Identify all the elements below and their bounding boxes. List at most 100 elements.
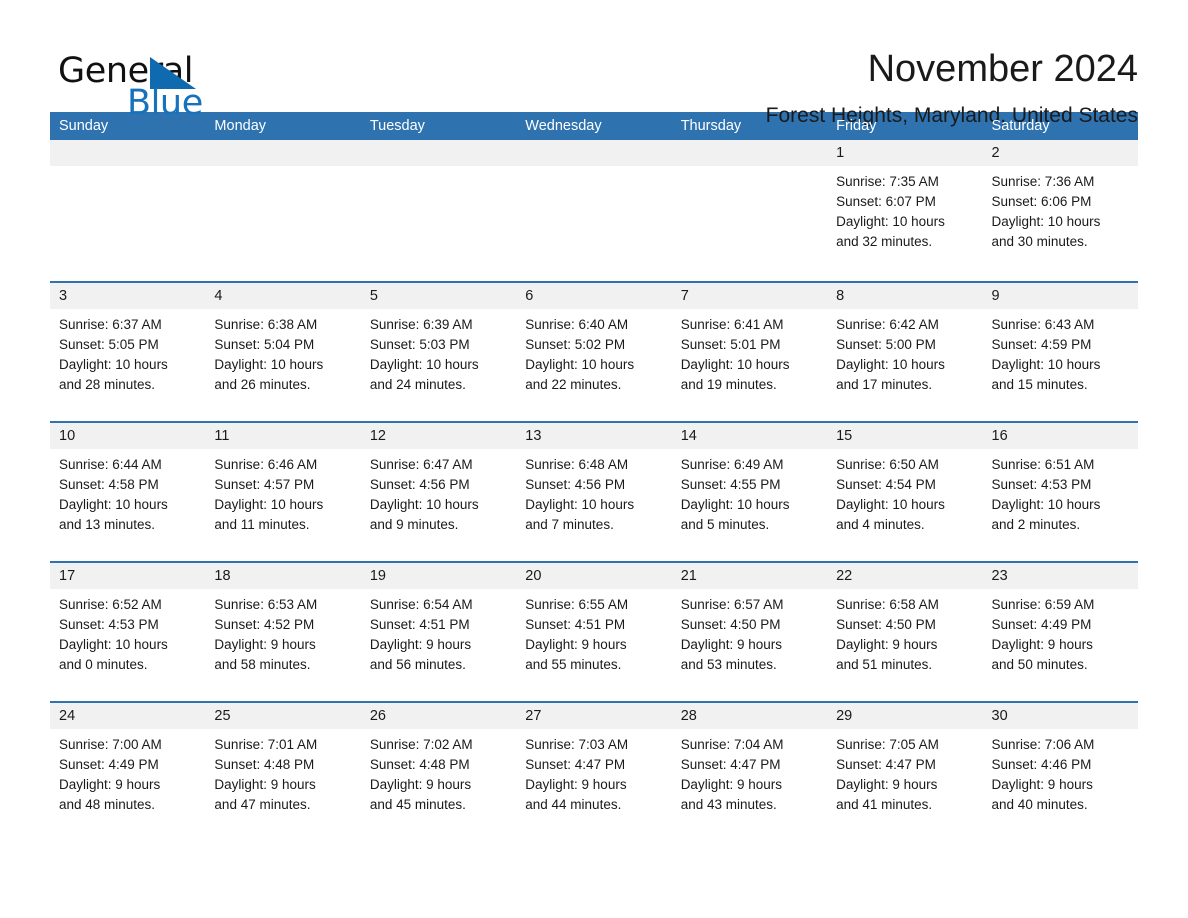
day-cell-21[interactable]: 21 Sunrise: 6:57 AM Sunset: 4:50 PM Dayligh… bbox=[671, 563, 828, 695]
day-sun-info: Sunrise: 7:03 AM Sunset: 4:47 PM Daylight:… bbox=[516, 729, 671, 815]
day-cell-2[interactable]: 2 Sunrise: 7:36 AM Sunset: 6:06 PM Daylight… bbox=[982, 140, 1138, 275]
day-info-line: Sunrise: 7:35 AM bbox=[836, 174, 939, 189]
day-info-line: Daylight: 10 hours bbox=[836, 357, 945, 372]
day-number: 5 bbox=[360, 283, 517, 309]
day-cell-10[interactable]: 10 Sunrise: 6:44 AM Sunset: 4:58 PM Dayligh… bbox=[50, 423, 206, 555]
day-cell-9[interactable]: 9 Sunrise: 6:43 AM Sunset: 4:59 PM Daylight… bbox=[982, 283, 1138, 415]
calendar-weeks: 1 Sunrise: 7:35 AM Sunset: 6:07 PM Daylight… bbox=[50, 140, 1138, 835]
day-info-line: Sunset: 6:07 PM bbox=[836, 194, 936, 209]
day-info-line: Daylight: 9 hours bbox=[991, 637, 1093, 652]
day-sun-info: Sunrise: 7:04 AM Sunset: 4:47 PM Daylight:… bbox=[672, 729, 827, 815]
day-cell-8[interactable]: 8 Sunrise: 6:42 AM Sunset: 5:00 PM Daylight… bbox=[827, 283, 983, 415]
day-cell-14[interactable]: 14 Sunrise: 6:49 AM Sunset: 4:55 PM Dayligh… bbox=[671, 423, 828, 555]
day-cell-20[interactable]: 20 Sunrise: 6:55 AM Sunset: 4:51 PM Dayligh… bbox=[516, 563, 672, 695]
day-cell-18[interactable]: 18 Sunrise: 6:53 AM Sunset: 4:52 PM Dayligh… bbox=[205, 563, 361, 695]
day-number bbox=[671, 140, 828, 166]
day-info-line: Sunrise: 6:46 AM bbox=[214, 457, 318, 472]
day-sun-info: Sunrise: 6:46 AM Sunset: 4:57 PM Daylight:… bbox=[205, 449, 360, 535]
day-cell-6[interactable]: 6 Sunrise: 6:40 AM Sunset: 5:02 PM Daylight… bbox=[516, 283, 672, 415]
day-info-line: Sunset: 4:58 PM bbox=[59, 477, 159, 492]
day-info-line: Sunset: 4:47 PM bbox=[680, 757, 781, 772]
day-cell-4[interactable]: 4 Sunrise: 6:38 AM Sunset: 5:04 PM Daylight… bbox=[205, 283, 361, 415]
day-info-line: Sunrise: 6:37 AM bbox=[59, 317, 162, 332]
day-number: 22 bbox=[827, 563, 983, 589]
day-info-line: Daylight: 9 hours bbox=[525, 637, 627, 652]
day-sun-info: Sunrise: 6:57 AM Sunset: 4:50 PM Daylight:… bbox=[672, 589, 827, 675]
day-info-line: Daylight: 9 hours bbox=[369, 637, 472, 652]
day-cell-5[interactable]: 5 Sunrise: 6:39 AM Sunset: 5:03 PM Daylight… bbox=[360, 283, 517, 415]
day-info-line: Sunset: 4:47 PM bbox=[836, 757, 936, 772]
day-info-line: and 26 minutes. bbox=[214, 377, 311, 392]
day-cell-27[interactable]: 27 Sunrise: 7:03 AM Sunset: 4:47 PM Dayligh… bbox=[516, 703, 672, 835]
day-cell-empty bbox=[50, 140, 206, 275]
day-info-line: Sunset: 4:48 PM bbox=[369, 757, 470, 772]
day-info-line: Sunset: 4:49 PM bbox=[991, 617, 1092, 632]
weekday-header-tuesday: Tuesday bbox=[369, 118, 425, 134]
day-sun-info: Sunrise: 6:38 AM Sunset: 5:04 PM Daylight:… bbox=[205, 309, 360, 395]
day-number: 30 bbox=[982, 703, 1138, 729]
day-number: 19 bbox=[360, 563, 517, 589]
day-info-line: Sunrise: 6:39 AM bbox=[369, 317, 473, 332]
day-info-line: Sunrise: 6:52 AM bbox=[59, 597, 162, 612]
day-sun-info: Sunrise: 6:41 AM Sunset: 5:01 PM Daylight:… bbox=[672, 309, 827, 395]
day-sun-info: Sunrise: 7:02 AM Sunset: 4:48 PM Daylight:… bbox=[361, 729, 516, 815]
calendar-week-row: 10 Sunrise: 6:44 AM Sunset: 4:58 PM Dayligh… bbox=[50, 421, 1138, 555]
day-info-line: Sunset: 6:06 PM bbox=[991, 194, 1092, 209]
day-info-line: and 13 minutes. bbox=[59, 517, 156, 532]
day-cell-15[interactable]: 15 Sunrise: 6:50 AM Sunset: 4:54 PM Dayligh… bbox=[827, 423, 983, 555]
day-sun-info: Sunrise: 6:58 AM Sunset: 4:50 PM Daylight:… bbox=[827, 589, 982, 675]
day-sun-info: Sunrise: 6:49 AM Sunset: 4:55 PM Daylight:… bbox=[672, 449, 827, 535]
day-cell-25[interactable]: 25 Sunrise: 7:01 AM Sunset: 4:48 PM Dayligh… bbox=[205, 703, 361, 835]
day-cell-7[interactable]: 7 Sunrise: 6:41 AM Sunset: 5:01 PM Daylight… bbox=[671, 283, 828, 415]
day-cell-11[interactable]: 11 Sunrise: 6:46 AM Sunset: 4:57 PM Dayligh… bbox=[205, 423, 361, 555]
day-cell-29[interactable]: 29 Sunrise: 7:05 AM Sunset: 4:47 PM Dayligh… bbox=[827, 703, 983, 835]
day-info-line: Daylight: 10 hours bbox=[59, 637, 168, 652]
day-sun-info: Sunrise: 6:53 AM Sunset: 4:52 PM Daylight:… bbox=[205, 589, 360, 675]
day-cell-19[interactable]: 19 Sunrise: 6:54 AM Sunset: 4:51 PM Dayligh… bbox=[360, 563, 517, 695]
day-sun-info: Sunrise: 7:00 AM Sunset: 4:49 PM Daylight:… bbox=[50, 729, 205, 815]
day-cell-26[interactable]: 26 Sunrise: 7:02 AM Sunset: 4:48 PM Dayligh… bbox=[360, 703, 517, 835]
day-info-line: Sunrise: 6:40 AM bbox=[525, 317, 629, 332]
day-cell-1[interactable]: 1 Sunrise: 7:35 AM Sunset: 6:07 PM Daylight… bbox=[827, 140, 983, 275]
day-info-line: and 43 minutes. bbox=[680, 797, 777, 812]
day-info-line: Sunset: 4:49 PM bbox=[59, 757, 159, 772]
day-info-line: and 53 minutes. bbox=[680, 657, 777, 672]
day-info-line: Daylight: 10 hours bbox=[369, 357, 479, 372]
day-info-line: Sunrise: 6:44 AM bbox=[59, 457, 162, 472]
day-cell-30[interactable]: 30 Sunrise: 7:06 AM Sunset: 4:46 PM Dayligh… bbox=[982, 703, 1138, 835]
day-number: 9 bbox=[982, 283, 1138, 309]
day-info-line: and 51 minutes. bbox=[836, 657, 933, 672]
day-info-line: Daylight: 9 hours bbox=[836, 777, 938, 792]
day-info-line: and 40 minutes. bbox=[991, 797, 1088, 812]
day-cell-22[interactable]: 22 Sunrise: 6:58 AM Sunset: 4:50 PM Dayligh… bbox=[827, 563, 983, 695]
day-cell-23[interactable]: 23 Sunrise: 6:59 AM Sunset: 4:49 PM Dayligh… bbox=[982, 563, 1138, 695]
day-sun-info: Sunrise: 6:40 AM Sunset: 5:02 PM Daylight:… bbox=[516, 309, 671, 395]
day-cell-28[interactable]: 28 Sunrise: 7:04 AM Sunset: 4:47 PM Dayligh… bbox=[671, 703, 828, 835]
day-number: 3 bbox=[50, 283, 206, 309]
generalblue-logo[interactable]: General Blue bbox=[50, 46, 250, 124]
day-cell-3[interactable]: 3 Sunrise: 6:37 AM Sunset: 5:05 PM Daylight… bbox=[50, 283, 206, 415]
day-sun-info: Sunrise: 6:42 AM Sunset: 5:00 PM Daylight:… bbox=[827, 309, 982, 395]
day-info-line: and 2 minutes. bbox=[991, 517, 1081, 532]
day-number: 4 bbox=[205, 283, 361, 309]
day-info-line: Daylight: 9 hours bbox=[214, 777, 316, 792]
day-info-line: Daylight: 10 hours bbox=[59, 497, 168, 512]
weekday-header-thursday: Thursday bbox=[680, 118, 742, 134]
day-sun-info: Sunrise: 6:50 AM Sunset: 4:54 PM Daylight:… bbox=[827, 449, 982, 535]
day-info-line: Sunrise: 6:55 AM bbox=[525, 597, 629, 612]
day-cell-12[interactable]: 12 Sunrise: 6:47 AM Sunset: 4:56 PM Dayligh… bbox=[360, 423, 517, 555]
day-number: 6 bbox=[516, 283, 672, 309]
day-info-line: Sunset: 4:51 PM bbox=[525, 617, 626, 632]
day-cell-17[interactable]: 17 Sunrise: 6:52 AM Sunset: 4:53 PM Dayligh… bbox=[50, 563, 206, 695]
day-sun-info: Sunrise: 7:36 AM Sunset: 6:06 PM Daylight:… bbox=[983, 166, 1138, 252]
day-info-line: Sunrise: 6:54 AM bbox=[369, 597, 473, 612]
day-info-line: Sunrise: 7:04 AM bbox=[680, 737, 784, 752]
day-cell-16[interactable]: 16 Sunrise: 6:51 AM Sunset: 4:53 PM Dayligh… bbox=[982, 423, 1138, 555]
day-info-line: Sunset: 4:47 PM bbox=[525, 757, 626, 772]
day-cell-13[interactable]: 13 Sunrise: 6:48 AM Sunset: 4:56 PM Dayligh… bbox=[516, 423, 672, 555]
day-sun-info: Sunrise: 6:48 AM Sunset: 4:56 PM Daylight:… bbox=[516, 449, 671, 535]
day-cell-24[interactable]: 24 Sunrise: 7:00 AM Sunset: 4:49 PM Dayligh… bbox=[50, 703, 206, 835]
day-info-line: and 28 minutes. bbox=[59, 377, 156, 392]
day-number: 10 bbox=[50, 423, 206, 449]
day-info-line: Sunrise: 6:38 AM bbox=[214, 317, 318, 332]
